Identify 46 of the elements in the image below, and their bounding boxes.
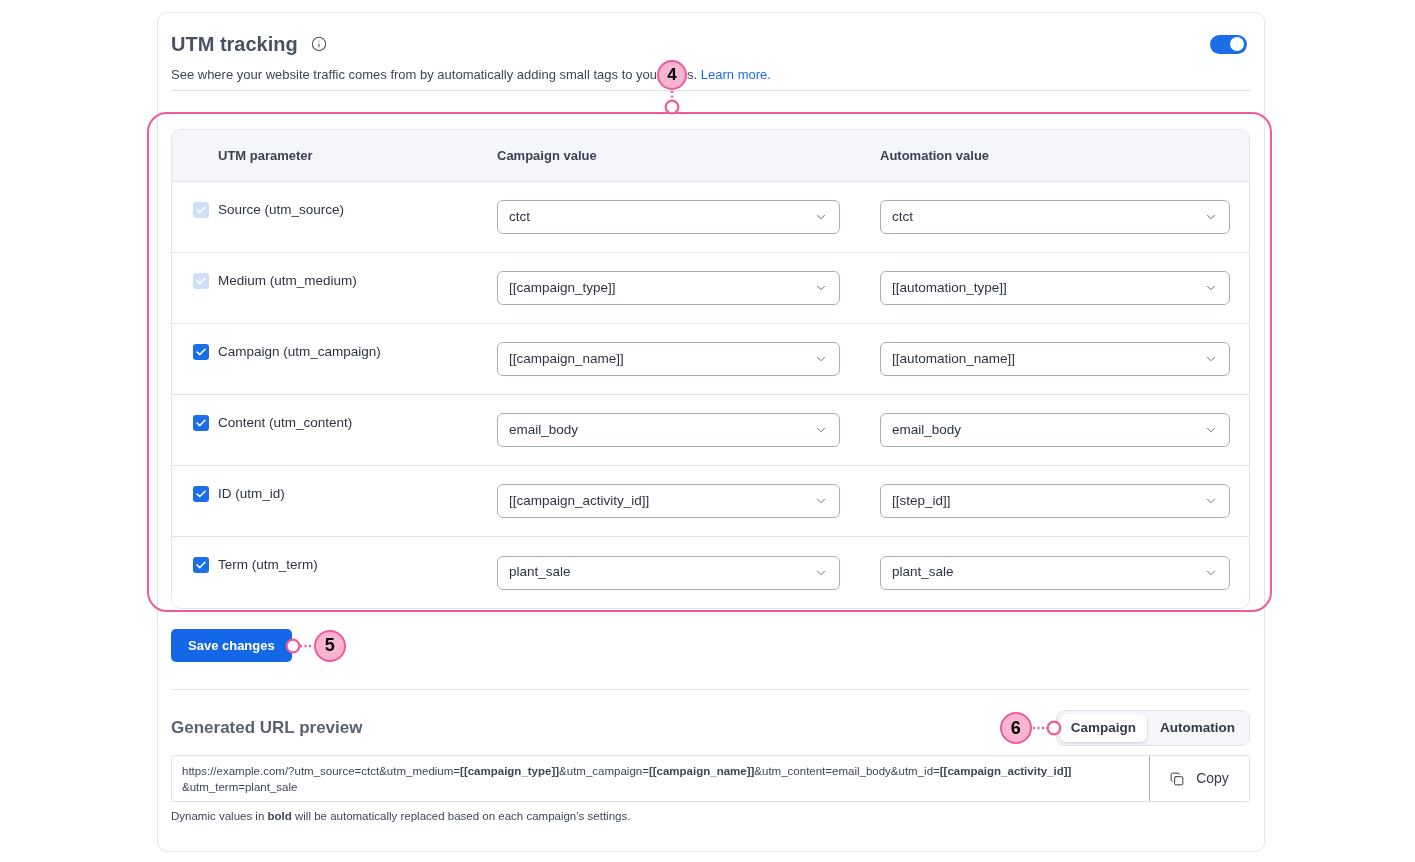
parameter-label: Medium (utm_medium) — [218, 272, 357, 290]
column-header: Campaign value — [497, 146, 598, 165]
callout-marker: 4 — [657, 59, 688, 90]
description-text: s. Learn more. — [687, 65, 771, 84]
automation-value-select[interactable]: [[step_id]] — [880, 484, 1230, 518]
checkbox[interactable] — [193, 415, 209, 432]
checkmark-icon — [196, 348, 206, 357]
preview-title: Generated URL preview — [171, 717, 363, 740]
column-header: UTM parameter — [217, 146, 314, 165]
mode-tab[interactable]: Automation — [1149, 714, 1246, 742]
checkmark-icon — [196, 277, 206, 286]
automation-value-select[interactable]: email_body — [880, 413, 1230, 447]
dynamic-values-note: Dynamic values in bold will be automatically replaced based on each campaign’s settings. — [171, 809, 632, 824]
checkbox[interactable] — [193, 344, 209, 361]
parameter-label: ID (utm_id) — [218, 485, 285, 503]
toggle-switch[interactable] — [1210, 34, 1247, 54]
copy-button[interactable]: Copy — [1149, 756, 1249, 801]
checkmark-icon — [196, 206, 206, 215]
parameter-label: Term (utm_term) — [218, 556, 318, 574]
checkbox[interactable] — [193, 557, 209, 574]
campaign-value-select[interactable]: email_body — [497, 413, 840, 447]
info-icon[interactable] — [310, 36, 327, 52]
campaign-value-select[interactable]: [[campaign_activity_id]] — [497, 484, 840, 518]
mode-tab[interactable]: Campaign — [1059, 714, 1147, 742]
automation-value-select[interactable]: [[automation_name]] — [880, 342, 1230, 376]
save-changes-button[interactable]: Save changes — [171, 629, 292, 662]
description-text: See where your website traffic comes from by automatically adding small tags to you — [171, 65, 658, 84]
callout-marker: 6 — [999, 712, 1032, 744]
parameter-label: Content (utm_content) — [218, 414, 353, 432]
checkmark-icon — [196, 419, 206, 428]
learn-more-link[interactable]: Learn more. — [700, 66, 771, 82]
url-preview-text: https://example.com/?utm_source=ctct&utm_medium=[[campaign_type]]&utm_campaign=[[campaign_name]]&utm_content=email_body&utm_id=[[campaign_activity_id]] &utm_term=plant_sale — [181, 764, 1073, 795]
column-header: Automation value — [880, 146, 990, 165]
checkbox[interactable] — [193, 486, 209, 503]
campaign-value-select[interactable]: [[campaign_name]] — [497, 342, 840, 376]
callout-connector — [664, 89, 681, 115]
parameter-label: Campaign (utm_campaign) — [218, 343, 381, 361]
callout-connector — [284, 637, 314, 654]
checkmark-icon — [196, 490, 206, 499]
automation-value-select[interactable]: plant_sale — [880, 555, 1230, 590]
checkmark-icon — [196, 561, 206, 570]
campaign-value-select[interactable]: plant_sale — [497, 555, 840, 590]
parameter-label: Source (utm_source) — [218, 201, 345, 219]
callout-marker: 5 — [313, 629, 346, 662]
copy-icon — [1170, 771, 1185, 786]
section-title: UTM tracking — [171, 32, 298, 57]
